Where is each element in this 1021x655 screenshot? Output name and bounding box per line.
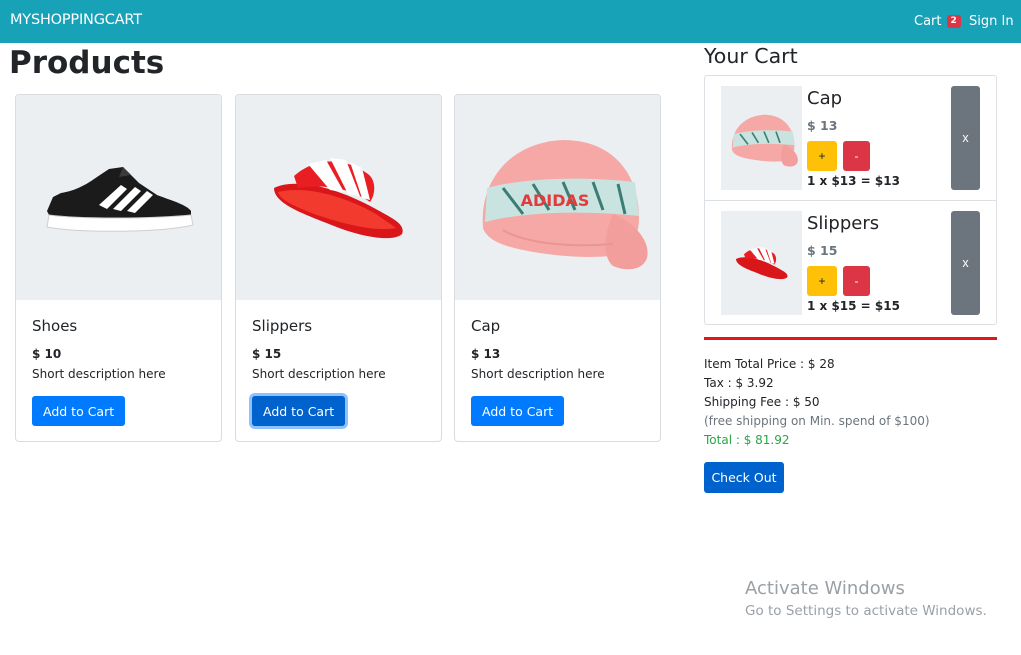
product-card: Shoes $ 10 Short description here Add to…	[15, 94, 222, 442]
remove-item-button[interactable]: x	[951, 211, 980, 315]
products-title: Products	[9, 45, 165, 81]
activate-windows-watermark: Activate Windows	[745, 578, 905, 599]
summary-divider	[704, 337, 997, 340]
slipper-image	[721, 211, 802, 315]
increase-quantity-button[interactable]: +	[807, 266, 837, 296]
cart-item-price: $ 15	[807, 243, 838, 258]
shipping-fee: Shipping Fee : $ 50	[704, 395, 820, 409]
cap-image: ADIDAS	[455, 95, 660, 300]
add-to-cart-button[interactable]: Add to Cart	[471, 396, 565, 426]
increase-quantity-button[interactable]: +	[807, 141, 837, 171]
slipper-image	[236, 95, 441, 300]
cart-title: Your Cart	[704, 44, 798, 68]
cart-count-badge: 2	[946, 15, 961, 28]
navbar: MYSHOPPINGCART Cart 2 Sign In	[0, 0, 1021, 43]
cart-item: Slippers $ 15 + - 1 x $15 = $15 x	[705, 200, 996, 324]
add-to-cart-button[interactable]: Add to Cart	[32, 396, 126, 426]
product-card: ADIDAS Cap $ 13 Short description here A…	[454, 94, 661, 442]
cap-image	[721, 86, 802, 190]
cart-item-name: Slippers	[807, 213, 880, 234]
product-description: Short description here	[252, 367, 386, 381]
product-price: $ 15	[252, 347, 282, 361]
remove-item-button[interactable]: x	[951, 86, 980, 190]
order-total: Total : $ 81.92	[704, 433, 790, 447]
cart-item-subtotal: 1 x $13 = $13	[807, 174, 900, 188]
product-price: $ 13	[471, 347, 501, 361]
nav-cart-label: Cart	[914, 14, 942, 29]
cart-item-subtotal: 1 x $15 = $15	[807, 299, 900, 313]
sneaker-image	[16, 95, 221, 300]
cart-item-price: $ 13	[807, 118, 838, 133]
product-card: Slippers $ 15 Short description here Add…	[235, 94, 442, 442]
shipping-note: (free shipping on Min. spend of $100)	[704, 414, 930, 428]
svg-text:ADIDAS: ADIDAS	[520, 191, 589, 210]
cart-list: Cap $ 13 + - 1 x $13 = $13 x Slippers $ …	[704, 75, 997, 325]
brand-logo[interactable]: MYSHOPPINGCART	[10, 12, 142, 28]
checkout-button[interactable]: Check Out	[704, 462, 784, 493]
cart-item-name: Cap	[807, 88, 843, 109]
decrease-quantity-button[interactable]: -	[843, 141, 870, 171]
add-to-cart-button[interactable]: Add to Cart	[252, 396, 346, 426]
product-description: Short description here	[32, 367, 166, 381]
product-description: Short description here	[471, 367, 605, 381]
product-price: $ 10	[32, 347, 62, 361]
product-name: Slippers	[252, 317, 313, 335]
cart-item: Cap $ 13 + - 1 x $13 = $13 x	[705, 76, 996, 200]
tax-amount: Tax : $ 3.92	[704, 376, 774, 390]
nav-cart-link[interactable]: Cart 2	[914, 14, 961, 29]
activate-windows-subtitle: Go to Settings to activate Windows.	[745, 603, 987, 619]
signin-link[interactable]: Sign In	[969, 14, 1014, 29]
decrease-quantity-button[interactable]: -	[843, 266, 870, 296]
item-total-price: Item Total Price : $ 28	[704, 357, 835, 371]
product-name: Cap	[471, 317, 501, 335]
product-name: Shoes	[32, 317, 78, 335]
